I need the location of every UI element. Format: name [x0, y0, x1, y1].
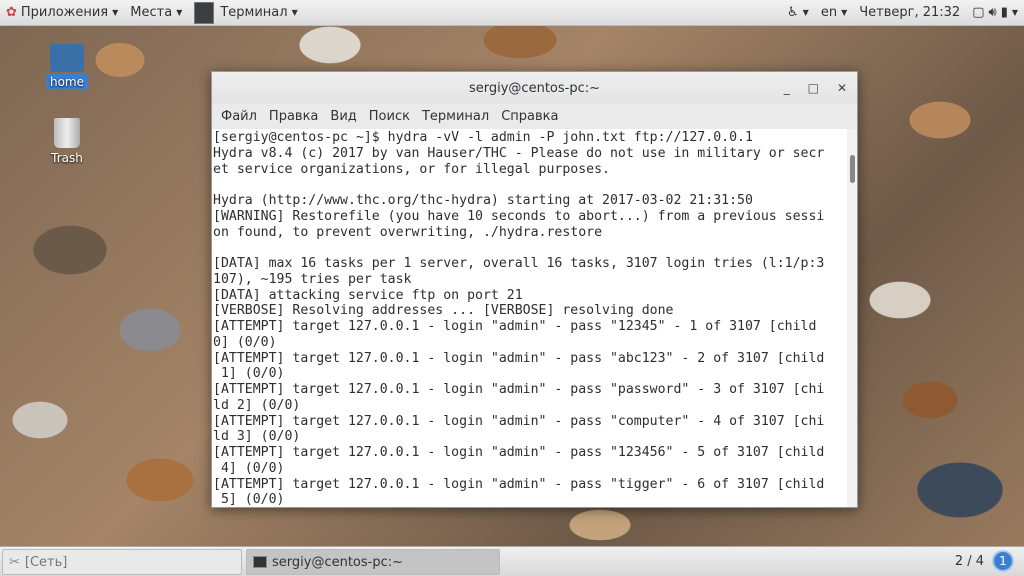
places-label: Места [130, 5, 173, 20]
terminal-line: [DATA] max 16 tasks per 1 server, overal… [213, 256, 825, 271]
terminal-line: 1] (0/0) [213, 366, 285, 382]
network-tools-icon: ✂ [9, 554, 20, 570]
scrollbar[interactable] [847, 129, 857, 507]
display-icon: ▢ [972, 5, 985, 20]
terminal-line: 107), ~195 tries per task [213, 271, 412, 287]
bottom-panel: ✂ [Сеть] sergiy@centos-pc:~ 2 / 4 1 [0, 546, 1024, 576]
accessibility-menu[interactable]: ♿ ▼ [781, 0, 815, 26]
top-panel: ✿ Приложения ▼ Места ▼ Терминал ▼ ♿ ▼ en ▼ Чет… [0, 0, 1024, 26]
language-menu[interactable]: en ▼ [815, 0, 853, 26]
terminal-line: ld 2] (0/0) [213, 397, 301, 413]
gnome-foot-icon: ✿ [6, 5, 17, 20]
notification-badge[interactable]: 1 [992, 550, 1014, 572]
terminal-line: [ATTEMPT] target 127.0.0.1 - login "admi… [213, 413, 825, 429]
window-titlebar[interactable]: sergiy@centos-pc:~ _ □ ✕ [212, 72, 857, 104]
terminal-icon [194, 1, 215, 24]
language-label: en [820, 5, 838, 20]
terminal-line: [ATTEMPT] target 127.0.0.1 - login "admi… [213, 319, 817, 334]
trash-label: Trash [51, 151, 83, 165]
terminal-line: Hydra v8.4 (c) 2017 by van Hauser/THC - … [213, 145, 825, 161]
terminal-line: [WARNING] Restorefile (you have 10 secon… [213, 208, 825, 224]
menu-bar: Файл Правка Вид Поиск Терминал Справка [212, 104, 857, 129]
menu-edit[interactable]: Правка [263, 109, 324, 124]
terminal-line: on found, to prevent overwriting, ./hydr… [213, 224, 603, 240]
chevron-down-icon: ▼ [112, 8, 119, 17]
system-menu[interactable]: ▢ 🔊︎ ▮ ▼ [966, 0, 1024, 26]
terminal-icon [253, 556, 267, 568]
terminal-line: [ATTEMPT] target 127.0.0.1 - login "admi… [213, 445, 825, 460]
taskbar-item-terminal[interactable]: sergiy@centos-pc:~ [246, 549, 500, 575]
terminal-line: [ATTEMPT] target 127.0.0.1 - login "admi… [213, 382, 825, 397]
terminal-line: et service organizations, or for illegal… [213, 161, 610, 177]
desktop-icon-trash[interactable]: Trash [42, 118, 92, 166]
terminal-line: ld 3] (0/0) [213, 429, 301, 445]
menu-help[interactable]: Справка [495, 109, 564, 124]
desktop-icon-home[interactable]: home [42, 44, 92, 90]
chevron-down-icon: ▼ [802, 8, 809, 17]
trash-icon [54, 118, 80, 148]
terminal-line: 4] (0/0) [213, 460, 285, 476]
maximize-button[interactable]: □ [808, 81, 819, 95]
terminal-task-label: sergiy@centos-pc:~ [272, 554, 404, 570]
places-menu[interactable]: Места ▼ [124, 0, 188, 26]
taskbar-item-network[interactable]: ✂ [Сеть] [2, 549, 242, 575]
home-label: home [45, 74, 89, 90]
window-title: sergiy@centos-pc:~ [468, 80, 600, 96]
terminal-line: [DATA] attacking service ftp on port 21 [213, 287, 523, 303]
menu-file[interactable]: Файл [215, 109, 263, 124]
terminal-line: [VERBOSE] Resolving addresses ... [VERBO… [213, 303, 674, 319]
menu-search[interactable]: Поиск [363, 109, 416, 124]
chevron-down-icon: ▼ [841, 8, 848, 17]
terminal-line: 0] (0/0) [213, 334, 277, 350]
terminal-line: Hydra (http://www.thc.org/thc-hydra) sta… [213, 193, 753, 208]
terminal-line: [sergiy@centos-pc ~]$ hydra -vV -l admin… [213, 130, 753, 145]
volume-icon: 🔊︎ [988, 5, 997, 20]
applications-menu[interactable]: ✿ Приложения ▼ [0, 0, 124, 26]
terminal-window: sergiy@centos-pc:~ _ □ ✕ Файл Правка Вид… [211, 71, 858, 508]
chevron-down-icon: ▼ [291, 8, 298, 17]
battery-icon: ▮ [1000, 5, 1008, 20]
applications-label: Приложения [20, 5, 109, 20]
workspace-indicator[interactable]: 2 / 4 [955, 554, 984, 569]
menu-view[interactable]: Вид [324, 109, 362, 124]
chevron-down-icon: ▼ [176, 8, 183, 17]
terminal-line: 5] (0/0) [213, 492, 285, 507]
close-button[interactable]: ✕ [837, 81, 847, 95]
accessibility-icon: ♿ [787, 5, 799, 20]
folder-icon [50, 44, 84, 72]
terminal-output[interactable]: [sergiy@centos-pc ~]$ hydra -vV -l admin… [212, 129, 847, 507]
menu-terminal[interactable]: Терминал [416, 109, 495, 124]
network-task-label: [Сеть] [24, 554, 68, 570]
clock-label: Четверг, 21:32 [859, 5, 961, 20]
terminal-line: [ATTEMPT] target 127.0.0.1 - login "admi… [213, 350, 825, 366]
terminal-app-menu[interactable]: Терминал ▼ [188, 0, 303, 26]
clock[interactable]: Четверг, 21:32 [853, 0, 966, 26]
terminal-line: [ATTEMPT] target 127.0.0.1 - login "admi… [213, 476, 825, 492]
scrollbar-thumb[interactable] [850, 155, 855, 183]
chevron-down-icon: ▼ [1011, 8, 1018, 17]
terminal-label: Терминал [220, 5, 288, 20]
minimize-button[interactable]: _ [784, 81, 790, 95]
